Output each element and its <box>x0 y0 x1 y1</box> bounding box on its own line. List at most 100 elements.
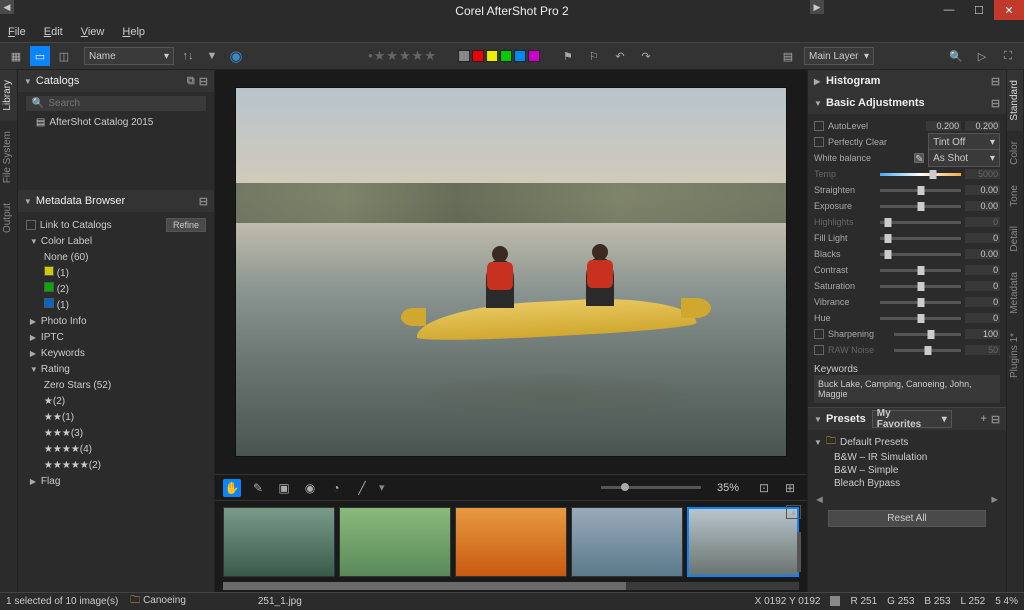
minimize-button[interactable]: — <box>934 0 964 20</box>
photo-info-section[interactable]: Photo Info <box>41 314 87 330</box>
preset-item[interactable]: B&W – IR Simulation <box>814 451 1000 464</box>
layer-dropdown[interactable]: Main Layer ▾ <box>804 47 874 65</box>
slider-value[interactable]: 0 <box>965 313 1000 323</box>
color-label-swatches[interactable] <box>458 50 540 62</box>
catalog-item[interactable]: ▤ AfterShot Catalog 2015 <box>18 115 214 130</box>
slider-value[interactable]: 0.00 <box>965 201 1000 211</box>
slideshow-icon[interactable]: ▷ <box>972 46 992 66</box>
filter-button[interactable]: ▼ <box>202 46 222 66</box>
tab-color[interactable]: Color <box>1007 131 1023 175</box>
iptc-section[interactable]: IPTC <box>41 330 64 346</box>
pin-icon[interactable]: ⊟ <box>991 97 1000 110</box>
compare-view-button[interactable]: ◫ <box>54 46 74 66</box>
reset-all-button[interactable]: Reset All <box>828 510 986 527</box>
image-viewer[interactable] <box>215 70 807 474</box>
thumbnail-selected[interactable] <box>687 507 799 577</box>
maximize-button[interactable]: ☐ <box>964 0 994 20</box>
fit-icon[interactable]: ⊡ <box>755 479 773 497</box>
brush-tool[interactable]: ╱ <box>353 479 371 497</box>
slider-track[interactable] <box>880 221 961 224</box>
slider-track[interactable] <box>880 237 961 240</box>
slider-track[interactable] <box>880 301 961 304</box>
thumbnail[interactable] <box>455 507 567 577</box>
slider-value[interactable]: 100 <box>965 329 1000 339</box>
actual-icon[interactable]: ⊞ <box>781 479 799 497</box>
refine-button[interactable]: Refine <box>166 218 206 232</box>
grid-view-button[interactable]: ▦ <box>6 46 26 66</box>
slider-value[interactable]: 50 <box>965 345 1000 355</box>
preset-item[interactable]: Bleach Bypass <box>814 477 1000 490</box>
tab-tone[interactable]: Tone <box>1007 175 1023 217</box>
slider-track[interactable] <box>880 285 961 288</box>
autolevel-checkbox[interactable] <box>814 121 824 131</box>
pin-icon[interactable]: ⊟ <box>199 195 208 208</box>
color-label-section[interactable]: Color Label <box>41 234 92 250</box>
slider-track[interactable] <box>880 205 961 208</box>
tab-detail[interactable]: Detail <box>1007 216 1023 262</box>
tag-button[interactable]: ⚐ <box>584 46 604 66</box>
pin-icon[interactable]: ⊟ <box>199 75 208 88</box>
preset-folder[interactable]: Default Presets <box>840 437 908 448</box>
slider-value[interactable]: 5000 <box>965 169 1000 179</box>
histogram-title[interactable]: Histogram <box>826 75 880 87</box>
basic-adjustments-title[interactable]: Basic Adjustments <box>826 97 925 109</box>
presets-dropdown[interactable]: My Favorites▾ <box>872 410 952 428</box>
slider-value[interactable]: 0.00 <box>965 249 1000 259</box>
tab-library[interactable]: Library <box>0 70 17 121</box>
slider-value[interactable]: 0 <box>965 281 1000 291</box>
add-preset-icon[interactable]: + <box>980 413 986 426</box>
thumbnail[interactable] <box>571 507 683 577</box>
slider-value[interactable]: 0 <box>965 297 1000 307</box>
close-button[interactable]: ✕ <box>994 0 1024 20</box>
slider-track[interactable] <box>880 253 961 256</box>
crop-tool[interactable]: ▣ <box>275 479 293 497</box>
collapse-right-button[interactable]: ▶ <box>810 0 824 14</box>
slider-track[interactable] <box>880 269 961 272</box>
wb-picker-icon[interactable]: ✎ <box>914 153 924 163</box>
collapse-left-button[interactable]: ◀ <box>0 0 14 14</box>
menu-file[interactable]: File <box>8 26 26 38</box>
tab-standard[interactable]: Standard <box>1007 70 1023 131</box>
zoom-slider[interactable] <box>601 486 701 489</box>
preset-item[interactable]: B&W – Simple <box>814 464 1000 477</box>
slider-track[interactable] <box>894 333 961 336</box>
thumbnail[interactable] <box>223 507 335 577</box>
tab-output[interactable]: Output <box>0 193 17 243</box>
perfectly-clear-checkbox[interactable] <box>814 137 824 147</box>
menu-view[interactable]: View <box>81 26 105 38</box>
eyedropper-tool[interactable]: ✎ <box>249 479 267 497</box>
flag-button[interactable]: ⚑ <box>558 46 578 66</box>
sort-dropdown[interactable]: Name ▾ <box>84 47 174 65</box>
keywords-box[interactable]: Buck Lake, Camping, Canoeing, John, Magg… <box>814 375 1000 403</box>
redeye-tool[interactable]: ◉ <box>301 479 319 497</box>
thumb-expand-icon[interactable]: ▲ <box>786 505 801 519</box>
flag-section[interactable]: Flag <box>41 474 60 490</box>
chat-icon[interactable]: ◉ <box>226 46 246 66</box>
slider-track[interactable] <box>880 173 961 176</box>
copy-icon[interactable]: ⧉ <box>187 75 195 88</box>
menu-edit[interactable]: Edit <box>44 26 63 38</box>
slider-value[interactable]: 0 <box>965 265 1000 275</box>
slider-value[interactable]: 0 <box>965 233 1000 243</box>
link-catalogs-checkbox[interactable] <box>26 220 36 230</box>
tab-metadata[interactable]: Metadata <box>1007 262 1023 324</box>
redo-button[interactable]: ↷ <box>636 46 656 66</box>
fullscreen-icon[interactable]: ⛶ <box>998 46 1018 66</box>
scroll-right-icon[interactable]: ► <box>989 494 1000 506</box>
region-tool[interactable]: ◔ <box>327 479 345 497</box>
menu-help[interactable]: Help <box>122 26 145 38</box>
slider-value[interactable]: 0.00 <box>965 185 1000 195</box>
white-balance-dropdown[interactable]: As Shot▾ <box>928 149 1000 167</box>
pin-icon[interactable]: ⊟ <box>991 75 1000 88</box>
slider-checkbox[interactable] <box>814 329 824 339</box>
pin-icon[interactable]: ⊟ <box>991 413 1000 426</box>
search-icon[interactable]: 🔍 <box>946 46 966 66</box>
presets-title[interactable]: Presets <box>826 413 866 425</box>
sort-direction-button[interactable]: ↑↓ <box>178 46 198 66</box>
tab-filesystem[interactable]: File System <box>0 121 17 193</box>
image-view-button[interactable]: ▭ <box>30 46 50 66</box>
thumb-scrollbar[interactable] <box>223 582 799 590</box>
rating-stars[interactable]: •★★★★★ <box>368 48 436 64</box>
slider-track[interactable] <box>880 317 961 320</box>
thumb-scroll-v[interactable] <box>797 532 801 572</box>
